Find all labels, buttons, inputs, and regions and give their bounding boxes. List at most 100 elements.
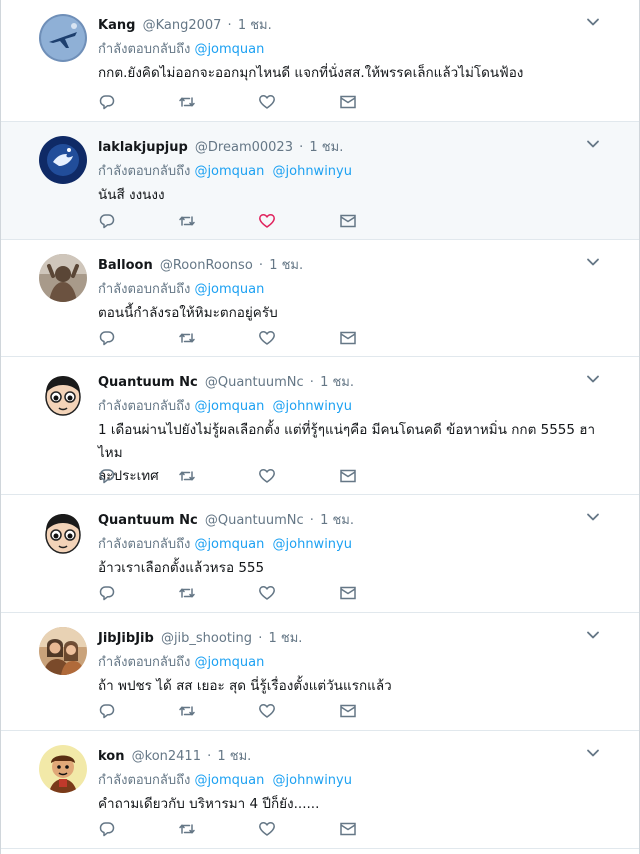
tweet-item[interactable]: Quantuum Nc @QuantuumNc · 1 ชม. กำลังตอบ… [1, 495, 639, 613]
user-handle[interactable]: @QuantuumNc [205, 513, 304, 528]
timestamp[interactable]: 1 ชม. [320, 513, 354, 528]
reply-icon[interactable] [98, 702, 118, 722]
tweet-text: คำถามเดียวกับ บริหารมา 4 ปีก็ยัง...... [98, 793, 608, 816]
mention-link[interactable]: @jomquan [194, 773, 264, 788]
like-heart-icon[interactable] [258, 584, 278, 604]
tweet-header: Balloon @RoonRoonso · 1 ชม. [98, 254, 303, 275]
timestamp[interactable]: 1 ชม. [217, 749, 251, 764]
chevron-down-icon[interactable] [585, 14, 601, 30]
reply-prefix: กำลังตอบกลับถึง [98, 773, 191, 788]
reply-icon[interactable] [98, 329, 118, 349]
tweet-text: ถ้า พปชร ได้ สส เยอะ สุด นี่รู้เรื่องตั้… [98, 675, 608, 698]
timestamp[interactable]: 1 ชม. [268, 631, 302, 646]
retweet-icon[interactable] [178, 329, 198, 349]
reply-prefix: กำลังตอบกลับถึง [98, 537, 191, 552]
tweet-text-line: ถ้า พปชร ได้ สส เยอะ สุด นี่รู้เรื่องตั้… [98, 678, 392, 694]
retweet-icon[interactable] [178, 820, 198, 840]
tweet-text-line: นันสี งงนงง [98, 187, 165, 203]
user-avatar[interactable] [39, 136, 87, 184]
timestamp[interactable]: 1 ชม. [238, 18, 272, 33]
tweet-text-line: ตอนนี้กำลังรอให้หิมะตกอยู่ครับ [98, 305, 278, 321]
tweet-text: กกต.ยังคิดไม่ออกจะออกมุกไหนดี แจกที่นั่ง… [98, 62, 608, 85]
user-avatar[interactable] [39, 745, 87, 793]
user-handle[interactable]: @RoonRoonso [160, 258, 253, 273]
timestamp[interactable]: 1 ชม. [320, 375, 354, 390]
direct-message-icon[interactable] [339, 467, 359, 487]
mention-link[interactable]: @jomquan [194, 655, 264, 670]
mention-link[interactable]: @johnwinyu [273, 164, 352, 179]
direct-message-icon[interactable] [339, 702, 359, 722]
like-heart-icon[interactable] [258, 212, 278, 232]
tweet-text-line: อ้าวเราเลือกตั้งแล้วหรอ 555 [98, 560, 265, 576]
display-name[interactable]: Quantuum Nc [98, 513, 198, 528]
reply-icon[interactable] [98, 820, 118, 840]
tweet-item[interactable]: laklakjupjup @Dream00023 · 1 ชม. กำลังตอ… [1, 122, 639, 240]
tweet-item[interactable]: Kang @Kang2007 · 1 ชม. กำลังตอบกลับถึง @… [1, 0, 639, 122]
display-name[interactable]: laklakjupjup [98, 140, 188, 155]
like-heart-icon[interactable] [258, 93, 278, 113]
chevron-down-icon[interactable] [585, 254, 601, 270]
separator-dot: · [227, 18, 232, 33]
user-avatar[interactable] [39, 254, 87, 302]
chevron-down-icon[interactable] [585, 136, 601, 152]
reply-icon[interactable] [98, 467, 118, 487]
separator-dot: · [299, 140, 304, 155]
user-handle[interactable]: @Dream00023 [195, 140, 293, 155]
display-name[interactable]: Balloon [98, 258, 153, 273]
mention-link[interactable]: @johnwinyu [273, 399, 352, 414]
display-name[interactable]: Quantuum Nc [98, 375, 198, 390]
user-avatar[interactable] [39, 627, 87, 675]
mention-link[interactable]: @johnwinyu [273, 537, 352, 552]
direct-message-icon[interactable] [339, 584, 359, 604]
chevron-down-icon[interactable] [585, 627, 601, 643]
direct-message-icon[interactable] [339, 329, 359, 349]
user-avatar[interactable] [39, 509, 87, 557]
display-name[interactable]: Kang [98, 18, 135, 33]
user-avatar[interactable] [39, 371, 87, 419]
separator-dot: · [258, 631, 263, 646]
tweet-item[interactable]: JibJibJib @jib_shooting · 1 ชม. กำลังตอบ… [1, 613, 639, 731]
chevron-down-icon[interactable] [585, 371, 601, 387]
replying-to: กำลังตอบกลับถึง @jomquan @johnwinyu [98, 769, 356, 790]
retweet-icon[interactable] [178, 212, 198, 232]
tweet-header: Quantuum Nc @QuantuumNc · 1 ชม. [98, 509, 354, 530]
like-heart-icon[interactable] [258, 820, 278, 840]
like-heart-icon[interactable] [258, 329, 278, 349]
reply-icon[interactable] [98, 93, 118, 113]
display-name[interactable]: JibJibJib [98, 631, 154, 646]
mention-link[interactable]: @jomquan [194, 164, 264, 179]
tweet-text: นันสี งงนงง [98, 184, 608, 207]
chevron-down-icon[interactable] [585, 745, 601, 761]
cartoon-face-avatar-icon [39, 371, 87, 419]
reply-icon[interactable] [98, 584, 118, 604]
user-handle[interactable]: @kon2411 [132, 749, 201, 764]
mention-link[interactable]: @jomquan [194, 42, 264, 57]
user-handle[interactable]: @jib_shooting [161, 631, 252, 646]
timestamp[interactable]: 1 ชม. [309, 140, 343, 155]
direct-message-icon[interactable] [339, 93, 359, 113]
chevron-down-icon[interactable] [585, 509, 601, 525]
retweet-icon[interactable] [178, 584, 198, 604]
user-handle[interactable]: @QuantuumNc [205, 375, 304, 390]
replying-to: กำลังตอบกลับถึง @jomquan @johnwinyu [98, 395, 356, 416]
timestamp[interactable]: 1 ชม. [269, 258, 303, 273]
tweet-item[interactable]: Quantuum Nc @QuantuumNc · 1 ชม. กำลังตอบ… [1, 357, 639, 495]
direct-message-icon[interactable] [339, 820, 359, 840]
tweet-text-line: กกต.ยังคิดไม่ออกจะออกมุกไหนดี แจกที่นั่ง… [98, 65, 524, 81]
like-heart-icon[interactable] [258, 467, 278, 487]
like-heart-icon[interactable] [258, 702, 278, 722]
retweet-icon[interactable] [178, 93, 198, 113]
reply-icon[interactable] [98, 212, 118, 232]
mention-link[interactable]: @jomquan [194, 537, 264, 552]
mention-link[interactable]: @jomquan [194, 282, 264, 297]
mention-link[interactable]: @johnwinyu [273, 773, 352, 788]
retweet-icon[interactable] [178, 702, 198, 722]
tweet-item[interactable]: kon @kon2411 · 1 ชม. กำลังตอบกลับถึง @jo… [1, 731, 639, 849]
retweet-icon[interactable] [178, 467, 198, 487]
mention-link[interactable]: @jomquan [194, 399, 264, 414]
direct-message-icon[interactable] [339, 212, 359, 232]
tweet-item[interactable]: Balloon @RoonRoonso · 1 ชม. กำลังตอบกลับ… [1, 240, 639, 357]
display-name[interactable]: kon [98, 749, 124, 764]
user-handle[interactable]: @Kang2007 [143, 18, 222, 33]
user-avatar[interactable] [39, 14, 87, 62]
